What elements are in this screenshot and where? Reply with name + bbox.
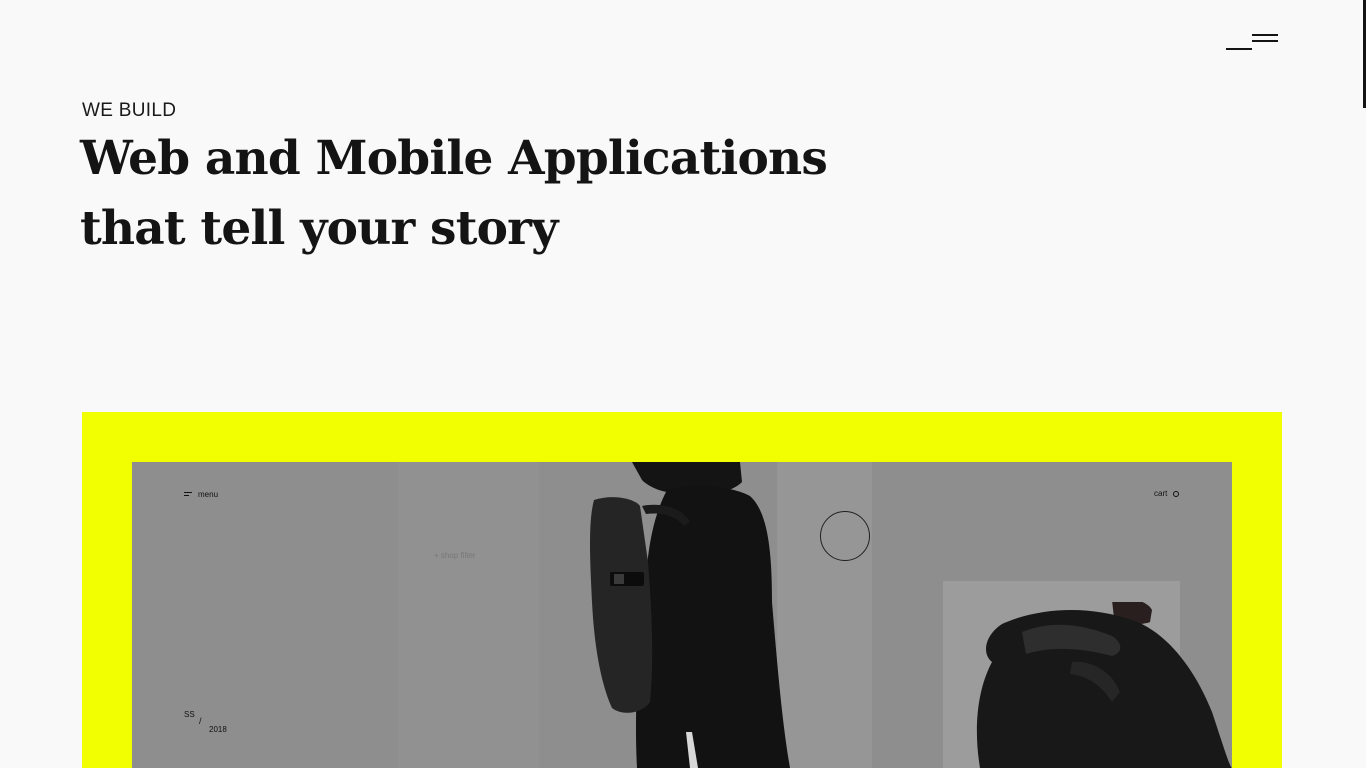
headline-line-2: that tell your story (80, 201, 558, 256)
mockup-cart: cart (1154, 489, 1180, 498)
model-backpack-image (590, 462, 790, 768)
mockup-cart-label: cart (1154, 489, 1168, 498)
model-jacket-image (976, 602, 1232, 768)
hero-headline: Web and Mobile Applications that tell yo… (80, 124, 900, 264)
hamburger-line (1226, 48, 1252, 50)
page: WE BUILD Web and Mobile Applications tha… (0, 0, 1366, 768)
mockup-menu: menu (184, 490, 218, 499)
showcase-banner[interactable]: menu cart + shop filter SS / 2018 (82, 412, 1282, 768)
mockup-panel (398, 462, 539, 768)
hero-eyebrow: WE BUILD (82, 100, 177, 121)
hamburger-line (1252, 34, 1278, 36)
mockup-menu-icon (184, 492, 192, 497)
site-mockup-image: menu cart + shop filter SS / 2018 (132, 462, 1232, 768)
mockup-year: 2018 (209, 725, 227, 734)
mockup-menu-label: menu (198, 490, 219, 499)
mockup-filter-label: + shop filter (434, 551, 476, 560)
headline-line-1: Web and Mobile Applications (80, 131, 828, 186)
cart-icon (1173, 490, 1180, 497)
hamburger-icon[interactable] (1226, 34, 1278, 52)
mockup-season-sep: / (199, 716, 202, 726)
cursor-circle (820, 511, 870, 561)
hamburger-line (1252, 40, 1278, 42)
mockup-season-label: SS (184, 710, 195, 719)
